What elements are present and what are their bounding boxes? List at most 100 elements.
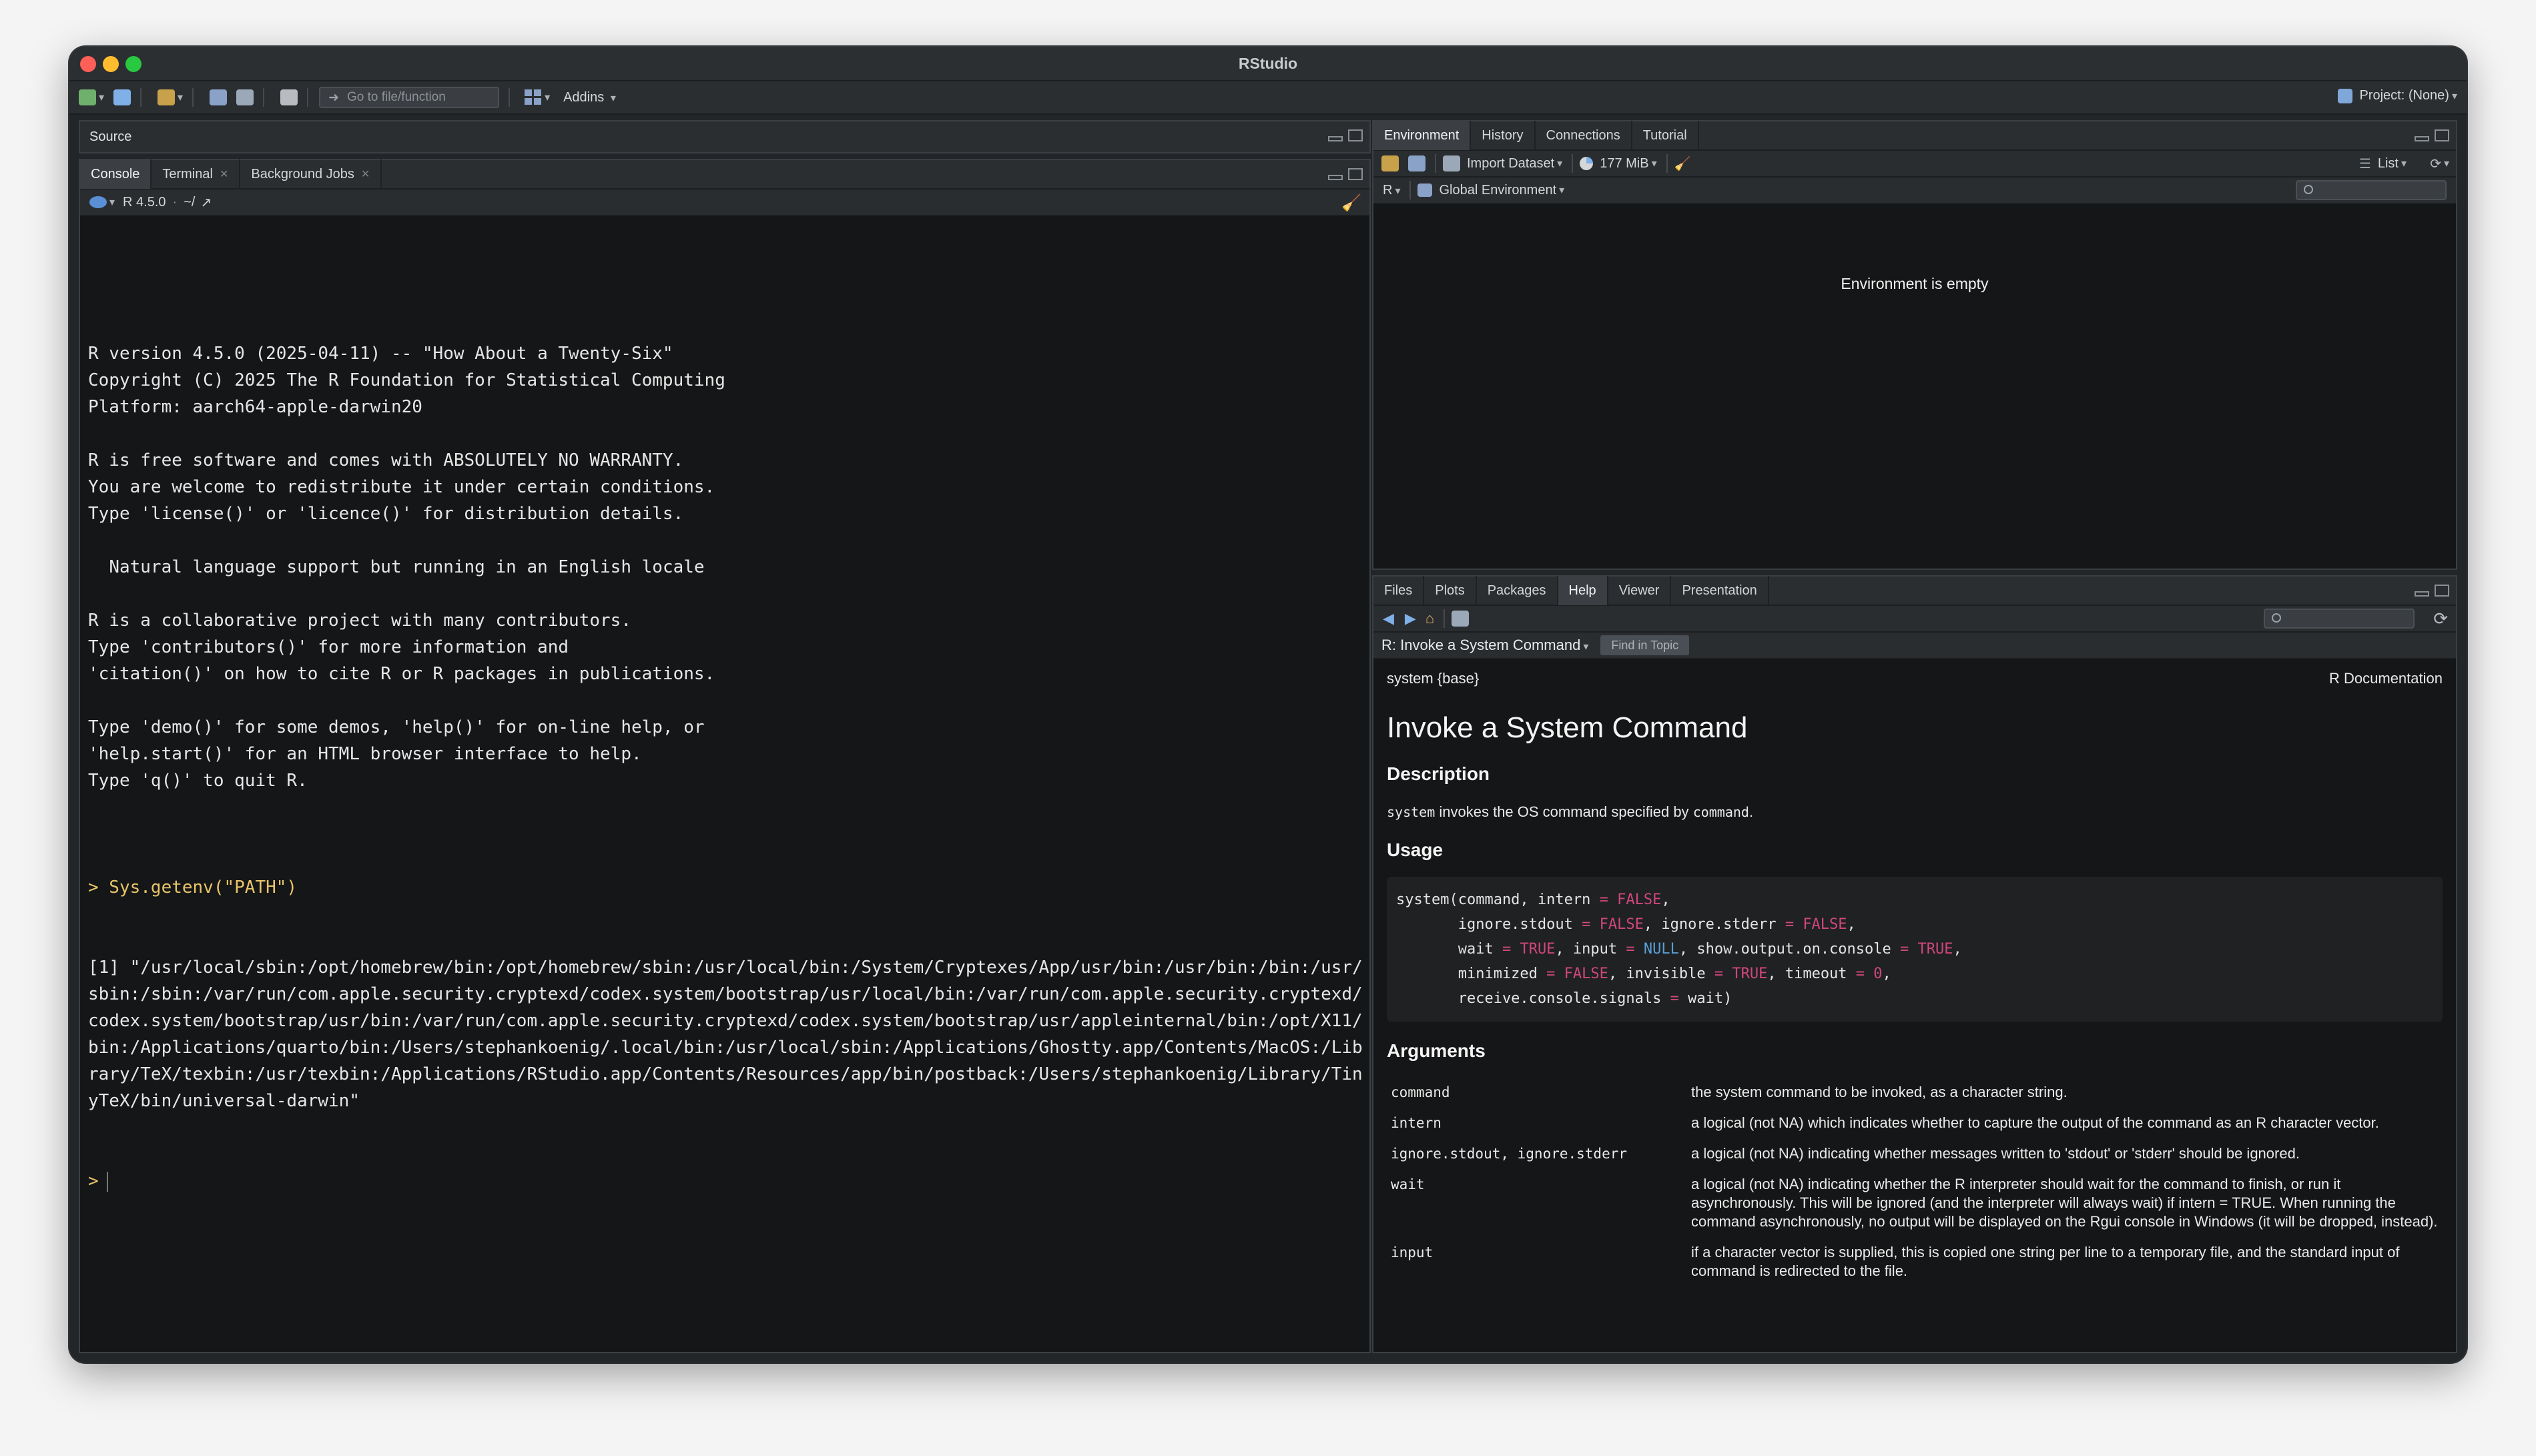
save-workspace-icon[interactable] [1408, 155, 1425, 171]
close-icon[interactable]: ✕ [220, 167, 228, 181]
find-in-topic-input[interactable]: Find in Topic [1600, 635, 1690, 655]
chevron-down-icon: ▾ [1559, 185, 1565, 196]
tab-console[interactable]: Console [80, 159, 152, 189]
go-to-directory-icon[interactable]: ↗ [200, 194, 212, 211]
chevron-down-icon[interactable]: ▾ [99, 91, 104, 104]
source-title: Source [89, 129, 132, 144]
description-body: invokes the OS command specified by [1439, 803, 1689, 820]
tab-tutorial[interactable]: Tutorial [1632, 121, 1699, 150]
open-file-icon[interactable] [157, 89, 176, 105]
scope-menu[interactable]: Global Environment ▾ [1417, 183, 1564, 198]
minimize-pane-icon[interactable] [1328, 175, 1343, 180]
table-row: command the system command to be invoked,… [1387, 1079, 2443, 1110]
pane-controls [1328, 129, 1363, 141]
clear-console-icon[interactable]: 🧹 [1341, 194, 1361, 213]
restore-pane-icon[interactable] [1328, 136, 1343, 141]
tab-packages[interactable]: Packages [1477, 576, 1558, 605]
help-topic-menu[interactable]: R: Invoke a System Command ▾ [1381, 637, 1588, 654]
usage-code-block: system(command, intern = FALSE, ignore.s… [1387, 877, 2443, 1022]
console-prompt-line[interactable]: > [88, 1168, 1363, 1194]
chevron-down-icon[interactable]: ▾ [545, 91, 550, 104]
environment-search-input[interactable] [2296, 180, 2447, 200]
refresh-environment-button[interactable]: ⟳ ▾ [2430, 155, 2449, 172]
tab-environment[interactable]: Environment [1373, 121, 1472, 150]
import-dataset-menu[interactable]: Import Dataset ▾ [1443, 155, 1562, 171]
memory-usage-menu[interactable]: 177 MiB ▾ [1580, 156, 1657, 171]
new-file-icon[interactable] [79, 89, 96, 105]
project-menu[interactable]: Project: (None) ▾ [2338, 88, 2457, 103]
console-line: Type 'contributors()' for more informati… [88, 637, 569, 657]
console-line: Type 'q()' to quit R. [88, 771, 308, 791]
tab-environment-label: Environment [1384, 127, 1460, 143]
clear-workspace-icon[interactable]: 🧹 [1674, 155, 1691, 172]
tab-history[interactable]: History [1471, 121, 1536, 150]
toolbar-divider [307, 88, 309, 107]
argument-name: ignore.stdout, ignore.stderr [1391, 1146, 1628, 1162]
tab-tutorial-label: Tutorial [1642, 127, 1687, 143]
toolbar-divider [192, 88, 194, 107]
language-menu[interactable]: R ▾ [1383, 183, 1400, 198]
tab-history-label: History [1482, 127, 1524, 143]
console-output[interactable]: R version 4.5.0 (2025-04-11) -- "How Abo… [88, 287, 1363, 1248]
console-line: Copyright (C) 2025 The R Foundation for … [88, 370, 725, 390]
tab-presentation[interactable]: Presentation [1671, 576, 1769, 605]
help-package: system {base} [1387, 670, 1480, 687]
tab-console-label: Console [91, 166, 140, 181]
tab-terminal-label: Terminal [162, 166, 213, 181]
toolbar-divider [140, 88, 142, 107]
save-icon[interactable] [210, 89, 228, 105]
load-workspace-icon[interactable] [1381, 155, 1399, 171]
new-project-icon[interactable] [113, 89, 131, 105]
forward-arrow-icon[interactable]: ▶ [1405, 610, 1416, 627]
print-icon[interactable] [280, 89, 298, 105]
back-arrow-icon[interactable]: ◀ [1383, 610, 1394, 627]
goto-file-function-input[interactable]: ➜ Go to file/function [319, 87, 500, 108]
description-text: system invokes the OS command specified … [1387, 803, 2443, 821]
show-in-window-icon[interactable] [1452, 611, 1470, 627]
tab-plots[interactable]: Plots [1424, 576, 1477, 605]
chevron-down-icon[interactable]: ▾ [109, 196, 115, 209]
memory-pie-icon [1580, 157, 1594, 170]
tab-viewer[interactable]: Viewer [1608, 576, 1672, 605]
refresh-icon[interactable]: ⟳ [2433, 609, 2448, 629]
toolbar-divider [1444, 609, 1446, 628]
maximize-pane-icon[interactable] [2435, 129, 2449, 141]
tab-connections[interactable]: Connections [1536, 121, 1632, 150]
view-mode-menu[interactable]: ☰ List ▾ [2359, 155, 2407, 172]
tab-terminal[interactable]: Terminal ✕ [151, 159, 241, 189]
console-command: > Sys.getenv("PATH") [88, 877, 298, 897]
r-logo-icon [89, 196, 107, 208]
save-all-icon[interactable] [236, 89, 254, 105]
tab-help[interactable]: Help [1558, 576, 1608, 605]
separator-dot: · [172, 194, 178, 210]
close-icon[interactable]: ✕ [361, 167, 370, 181]
help-pane: Files Plots Packages Help Viewer Present… [1372, 575, 2457, 1353]
pane-layout-icon[interactable] [525, 89, 543, 105]
toolbar-divider [263, 88, 265, 107]
minimize-pane-icon[interactable] [2415, 136, 2429, 141]
working-directory[interactable]: ~/ [184, 195, 195, 210]
argument-description: a logical (not NA) indicating whether me… [1691, 1145, 2300, 1162]
chevron-down-icon[interactable]: ▾ [178, 91, 183, 104]
chevron-down-icon: ▾ [1395, 185, 1401, 197]
console-line: 'citation()' on how to cite R or R packa… [88, 664, 715, 684]
maximize-pane-icon[interactable] [1348, 168, 1363, 180]
console-pane: Console Terminal ✕ Background Jobs ✕ ▾ R 4… [79, 159, 1371, 1353]
description-heading: Description [1387, 763, 1490, 784]
tab-background-jobs[interactable]: Background Jobs ✕ [240, 159, 382, 189]
minimize-pane-icon[interactable] [2415, 591, 2429, 597]
tab-files-label: Files [1384, 583, 1413, 598]
addins-menu[interactable]: Addins ▾ [563, 90, 616, 105]
tab-files[interactable]: Files [1373, 576, 1425, 605]
home-icon[interactable]: ⌂ [1425, 610, 1434, 627]
maximize-pane-icon[interactable] [2435, 585, 2449, 597]
language-label: R [1383, 182, 1393, 198]
environment-toolbar: Import Dataset ▾ 177 MiB ▾ 🧹 ☰ List ▾ ⟳ ▾ [1373, 151, 2456, 177]
window-title: RStudio [1238, 55, 1298, 72]
help-search-input[interactable] [2264, 609, 2415, 629]
maximize-pane-icon[interactable] [1348, 129, 1363, 141]
